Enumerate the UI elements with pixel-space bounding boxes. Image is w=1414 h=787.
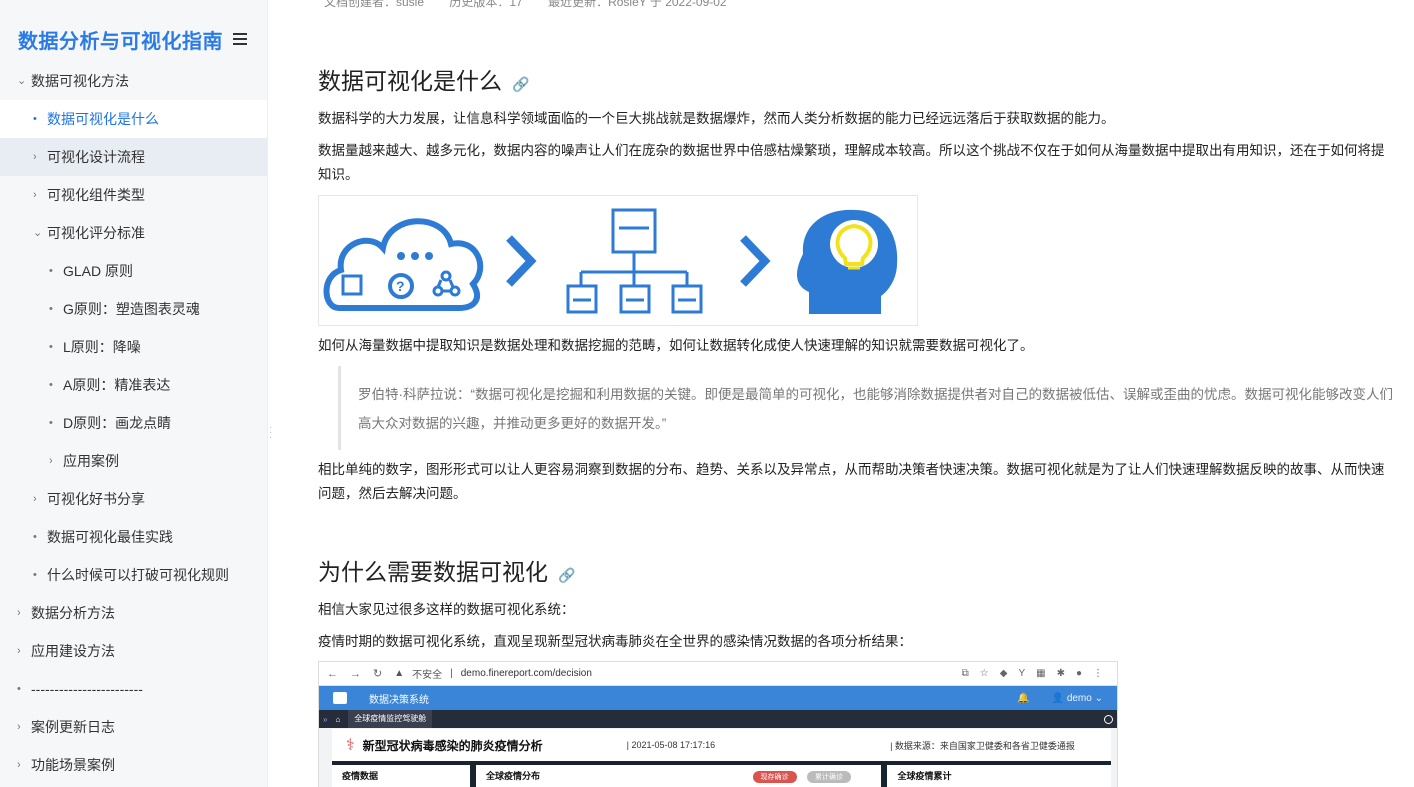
tree-item[interactable]: › 应用案例 xyxy=(0,442,267,480)
page-metadata: 文档创建者：susie 历史版本：17 最近更新：RosieY 于 2022-0… xyxy=(324,0,749,10)
version-link[interactable]: 历史版本：17 xyxy=(449,0,522,9)
chevron-right-icon[interactable]: › xyxy=(33,480,37,518)
page-content: 文档创建者：susie 历史版本：17 最近更新：RosieY 于 2022-0… xyxy=(318,0,1414,787)
paragraph: 如何从海量数据中提取知识是数据处理和数据挖掘的范畴，如何让数据转化成使人快速理解… xyxy=(318,338,1034,353)
bullet-icon: • xyxy=(33,113,37,125)
tree-item[interactable]: › 数据分析方法 xyxy=(0,594,267,632)
tree-item[interactable]: ⌄ 数据可视化方法 xyxy=(0,62,267,100)
paragraph: 数据量越来越大、越多元化，数据内容的噪声让人们在庞杂的数据世界中倍感枯燥繁琐，理… xyxy=(318,143,1385,158)
chevron-right-icon[interactable]: › xyxy=(49,442,53,480)
address-bar: ▲ 不安全 | demo.finereport.com/decision xyxy=(394,668,592,681)
panel: 疫情数据 xyxy=(332,765,470,787)
tree-item-current[interactable]: • 数据可视化是什么 xyxy=(0,100,267,138)
dashboard-screenshot-image: ← → ↻ ▲ 不安全 | demo.finereport.com/decisi… xyxy=(318,661,1118,787)
space-title[interactable]: 数据分析与可视化指南 xyxy=(18,25,223,54)
tree-item[interactable]: • ------------------------ xyxy=(0,670,267,708)
dashboard-header: ⚕ 新型冠状病毒感染的肺炎疫情分析 | 2021-05-08 17:17:16 … xyxy=(332,729,1111,761)
creator-text: 文档创建者：susie xyxy=(324,0,425,9)
dashboard-panels: 疫情数据 全球疫情分布 现存确诊 累计确诊 全球疫情累计 xyxy=(332,761,1111,787)
tree-item[interactable]: › 可视化设计流程 xyxy=(0,138,267,176)
bullet-icon: • xyxy=(49,379,53,391)
tree-item[interactable]: › 案例更新日志 xyxy=(0,708,267,746)
bullet-icon: • xyxy=(49,303,53,315)
head-lightbulb-icon xyxy=(797,209,898,314)
tree-item[interactable]: › 应用建设方法 xyxy=(0,632,267,670)
panel: 全球疫情累计 xyxy=(887,765,1111,787)
tree-item[interactable]: › 可视化组件类型 xyxy=(0,176,267,214)
data-to-knowledge-illustration: ? xyxy=(323,208,898,314)
panel: 全球疫情分布 现存确诊 累计确诊 xyxy=(476,765,882,787)
bullet-icon: • xyxy=(49,341,53,353)
bell-icon: 🔔 xyxy=(1017,692,1030,704)
blockquote: 罗伯特·科萨拉说：“数据可视化是挖掘和利用数据的关键。即便是最简单的可视化，也能… xyxy=(338,366,1414,450)
paragraph: 问题，然后去解决问题。 xyxy=(318,486,467,501)
paragraph: 疫情时期的数据可视化系统，直观呈现新型冠状病毒肺炎在全世界的感染情况数据的各项分… xyxy=(318,634,912,649)
lungs-icon: ⚕ xyxy=(346,737,355,754)
tree-item[interactable]: › 功能场景案例 xyxy=(0,746,267,784)
bullet-icon: • xyxy=(17,683,21,695)
space-header: 数据分析与可视化指南 xyxy=(0,18,267,60)
browser-toolbar: ← → ↻ ▲ 不安全 | demo.finereport.com/decisi… xyxy=(319,662,1117,686)
bullet-icon: • xyxy=(33,569,37,581)
paragraph: 知识。 xyxy=(318,167,359,182)
chevron-right-icon[interactable]: › xyxy=(33,176,37,214)
tree-item[interactable]: • 什么时候可以打破可视化规则 xyxy=(0,556,267,594)
dashboard-tabbar: » ⌂ 全球疫情监控驾驶舱 xyxy=(319,710,1117,728)
expand-icon: » xyxy=(323,714,328,724)
tree-item[interactable]: • 数据可视化最佳实践 xyxy=(0,518,267,556)
tree-item[interactable]: • L原则：降噪 xyxy=(0,328,267,366)
arrow-right-icon xyxy=(506,235,537,287)
forward-icon: → xyxy=(350,667,361,680)
warning-icon: ▲ xyxy=(394,668,405,679)
browser-extension-icons: ⧉ ☆ ◆ Y ▦ ✱ ● ⋮ xyxy=(961,668,1103,679)
last-updated-text: 最近更新：RosieY 于 2022-09-02 xyxy=(548,0,727,9)
menu-icon[interactable] xyxy=(233,33,247,45)
tree-item[interactable]: • G原则：塑造图表灵魂 xyxy=(0,290,267,328)
paragraph: 数据科学的大力发展，让信息科学领域面临的一个巨大挑战就是数据爆炸，然而人类分析数… xyxy=(318,111,1115,126)
heading-why-needed: 为什么需要数据可视化 🔗 xyxy=(318,559,576,585)
hierarchy-icon xyxy=(566,208,703,314)
chevron-right-icon[interactable]: › xyxy=(17,632,21,670)
chevron-right-icon[interactable]: › xyxy=(17,708,21,746)
concept-diagram-image: ? xyxy=(318,195,918,326)
cloud-dots xyxy=(397,252,433,260)
app-logo xyxy=(333,692,347,704)
back-icon: ← xyxy=(327,667,338,680)
chevron-right-icon[interactable]: › xyxy=(17,746,21,784)
tree-item[interactable]: ⌄ 可视化评分标准 xyxy=(0,214,267,252)
more-icon xyxy=(1104,714,1113,724)
user-menu: 👤 demo ⌄ xyxy=(1051,692,1103,704)
bullet-icon: • xyxy=(33,531,37,543)
svg-text:?: ? xyxy=(396,278,405,294)
app-header: 数据决策系统 🔔 👤 demo ⌄ xyxy=(319,686,1117,710)
quote-line: 罗伯特·科萨拉说：“数据可视化是挖掘和利用数据的关键。即便是最简单的可视化，也能… xyxy=(358,387,1393,402)
quote-line: 高大众对数据的兴趣，并推动更多更好的数据开发。” xyxy=(358,416,667,431)
tree-item[interactable]: • D原则：画龙点睛 xyxy=(0,404,267,442)
page-tree: ⌄ 数据可视化方法 • 数据可视化是什么 › 可视化设计流程 › 可视化组件类型 ⌄ 可视… xyxy=(0,62,267,784)
chevron-right-icon[interactable]: › xyxy=(17,594,21,632)
link-icon[interactable]: 🔗 xyxy=(558,567,575,583)
network-icon xyxy=(432,270,461,297)
heading-what-is: 数据可视化是什么 🔗 xyxy=(318,68,530,94)
tree-item[interactable]: • A原则：精准表达 xyxy=(0,366,267,404)
covid-dashboard: ⚕ 新型冠状病毒感染的肺炎疫情分析 | 2021-05-08 17:17:16 … xyxy=(332,729,1111,787)
link-icon[interactable]: 🔗 xyxy=(512,76,529,92)
home-icon: ⌂ xyxy=(335,714,341,724)
bullet-icon: • xyxy=(49,417,53,429)
chevron-right-icon[interactable]: › xyxy=(33,138,37,176)
tree-item[interactable]: • GLAD 原则 xyxy=(0,252,267,290)
sidebar: 数据分析与可视化指南 ⌄ 数据可视化方法 • 数据可视化是什么 › 可视化设计流程 ›… xyxy=(0,0,268,787)
paragraph: 相比单纯的数字，图形形式可以让人更容易洞察到数据的分布、趋势、关系以及异常点，从… xyxy=(318,462,1385,477)
paragraph: 相信大家见过很多这样的数据可视化系统： xyxy=(318,602,575,617)
bullet-icon: • xyxy=(49,265,53,277)
sidebar-resize-handle[interactable]: · · · xyxy=(269,423,272,443)
chevron-down-icon[interactable]: ⌄ xyxy=(17,62,26,100)
tree-item[interactable]: › 可视化好书分享 xyxy=(0,480,267,518)
arrow-right-icon xyxy=(740,235,771,287)
chip-icon xyxy=(341,274,363,296)
reload-icon: ↻ xyxy=(373,668,383,680)
chevron-down-icon[interactable]: ⌄ xyxy=(33,214,42,252)
